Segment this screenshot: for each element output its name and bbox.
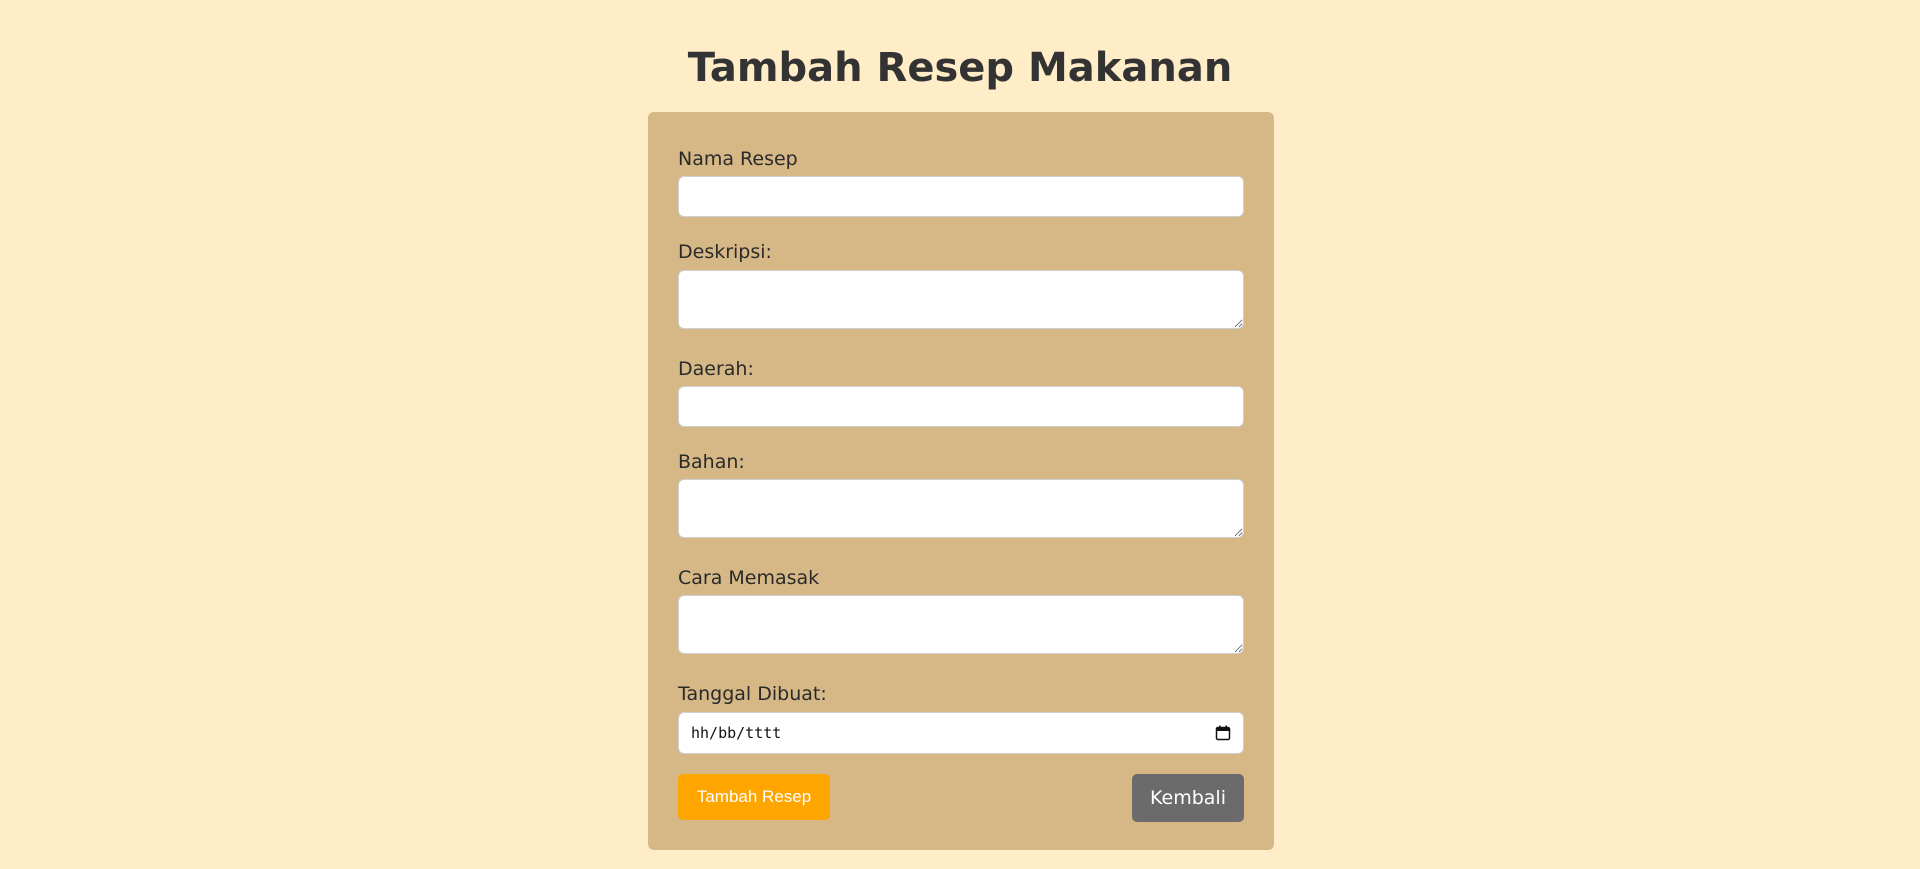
nama-resep-input[interactable] [678, 176, 1244, 217]
bahan-textarea[interactable] [678, 479, 1244, 538]
date-placeholder: hh/bb/tttt [691, 724, 782, 742]
kembali-button[interactable]: Kembali [1132, 774, 1244, 822]
recipe-form: Nama Resep Deskripsi: Daerah: Bahan: Car… [648, 112, 1274, 850]
tanggal-dibuat-input[interactable]: hh/bb/tttt [678, 712, 1244, 754]
tanggal-dibuat-label: Tanggal Dibuat: [678, 683, 827, 705]
cara-memasak-label: Cara Memasak [678, 567, 820, 589]
tambah-resep-button[interactable]: Tambah Resep [678, 774, 830, 820]
deskripsi-label: Deskripsi: [678, 241, 772, 263]
page-title: Tambah Resep Makanan [687, 45, 1233, 91]
daerah-label: Daerah: [678, 358, 754, 380]
nama-resep-label: Nama Resep [678, 148, 798, 170]
daerah-input[interactable] [678, 386, 1244, 427]
bahan-label: Bahan: [678, 451, 745, 473]
calendar-icon[interactable] [1215, 725, 1231, 741]
cara-memasak-textarea[interactable] [678, 595, 1244, 654]
deskripsi-textarea[interactable] [678, 270, 1244, 329]
